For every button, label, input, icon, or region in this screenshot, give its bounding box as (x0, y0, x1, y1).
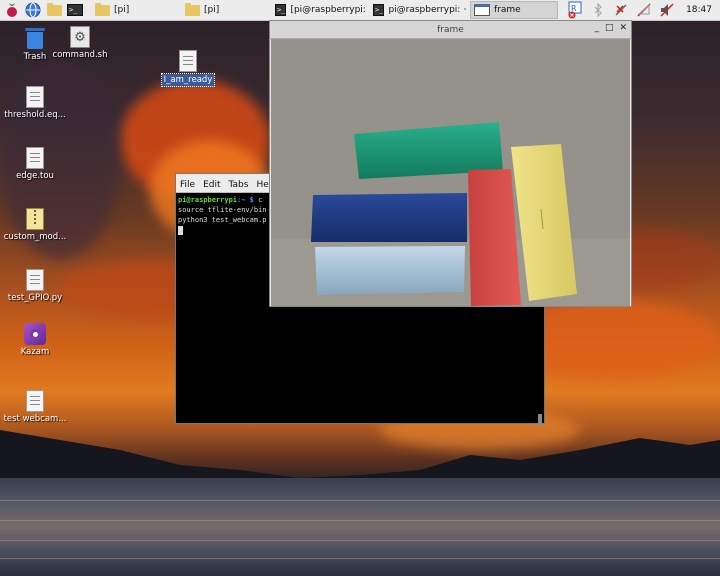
wifi-off-icon[interactable] (635, 1, 653, 19)
terminal-icon: >_ (275, 4, 287, 16)
minimize-icon[interactable]: _ (594, 23, 599, 33)
desktop-icon-threshold[interactable]: threshold.eq... (0, 86, 70, 120)
text-file-icon (26, 269, 44, 291)
file-manager-icon[interactable] (45, 1, 63, 19)
trash-icon (25, 26, 45, 50)
archive-file-icon (26, 208, 44, 230)
icon-label: Kazam (20, 347, 50, 357)
sea (0, 478, 720, 576)
desktop-icon-custom-model[interactable]: custom_mod... (0, 208, 70, 242)
frame-titlebar[interactable]: frame _ □ ✕ (270, 21, 631, 39)
taskbar-button-label: [pi] (114, 5, 130, 15)
taskbar-button-label: pi@raspberrypi: ~ (388, 5, 466, 15)
icon-label: edge.tou (16, 171, 54, 181)
terminal-scrollbar[interactable] (538, 414, 542, 426)
icon-label: test_GPIO.py (7, 293, 63, 303)
text-file-icon (26, 390, 44, 412)
prompt-user: pi@raspberrypi (178, 196, 238, 204)
webcam-frame-image (271, 39, 630, 306)
icon-label: I_am_ready (160, 73, 216, 87)
window-title: frame (437, 24, 464, 35)
icon-label: threshold.eq... (4, 110, 66, 120)
terminal-launcher-icon[interactable]: >_ (66, 1, 84, 19)
taskbar-button-frame[interactable]: frame (470, 1, 558, 19)
frame-window[interactable]: frame _ □ ✕ (269, 20, 632, 307)
taskbar-button-label: frame (494, 5, 521, 15)
clock[interactable]: 18:47 (686, 5, 712, 15)
icon-label: test webcam... (3, 414, 67, 424)
taskbar-button-file-manager-2[interactable]: [pi] (182, 1, 268, 19)
taskbar: >_ [pi] [pi] >_ [pi@raspberrypi: ... >_ … (0, 0, 720, 21)
taskbar-button-label: [pi] (204, 5, 220, 15)
taskbar-button-label: [pi@raspberrypi: ... (290, 5, 366, 15)
terminal-icon: >_ (373, 4, 385, 16)
prompt-path: :~ $ (237, 196, 254, 204)
text-file-icon (26, 86, 44, 108)
icon-label: Trash (23, 52, 47, 62)
blue-block (311, 193, 467, 242)
text-file-icon (26, 147, 44, 169)
desktop-icon-kazam[interactable]: Kazam (0, 323, 70, 357)
text-file-icon (179, 50, 197, 72)
light-blue-block (315, 246, 465, 295)
icon-label: custom_mod... (3, 232, 67, 242)
raspberry-menu-icon[interactable] (3, 1, 21, 19)
taskbar-button-terminal-1[interactable]: >_ [pi@raspberrypi: ... (272, 1, 366, 19)
bluetooth-icon[interactable] (589, 1, 607, 19)
script-gear-icon: ⚙ (70, 26, 90, 48)
text-cursor (178, 225, 183, 235)
vnc-icon[interactable]: R (566, 1, 584, 19)
desktop-icon-test-gpio[interactable]: test_GPIO.py (0, 269, 70, 303)
kazam-camera-icon (24, 323, 46, 345)
icon-label: command.sh (52, 50, 108, 60)
webcam-scene (271, 39, 630, 306)
folder-icon (185, 2, 200, 16)
network-disconnected-icon[interactable] (612, 1, 630, 19)
taskbar-button-terminal-2[interactable]: >_ pi@raspberrypi: ~ (370, 1, 466, 19)
web-browser-icon[interactable] (24, 1, 42, 19)
command-text: c (253, 196, 263, 204)
maximize-icon[interactable]: □ (605, 23, 614, 33)
menu-file[interactable]: File (180, 180, 195, 190)
taskbar-button-file-manager-1[interactable]: [pi] (92, 1, 178, 19)
menu-tabs[interactable]: Tabs (229, 180, 249, 190)
folder-icon (95, 2, 110, 16)
close-icon[interactable]: ✕ (619, 23, 627, 33)
volume-muted-icon[interactable] (658, 1, 676, 19)
window-icon (474, 4, 490, 16)
menu-edit[interactable]: Edit (203, 180, 220, 190)
desktop-icon-edge[interactable]: edge.tou (0, 147, 70, 181)
desktop-icon-i-am-ready[interactable]: I_am_ready (153, 50, 223, 87)
system-tray: R 18:47 (561, 0, 720, 20)
desktop-icon-test-webcam[interactable]: test webcam... (0, 390, 70, 424)
desktop-icon-command-sh[interactable]: ⚙ command.sh (45, 26, 115, 60)
